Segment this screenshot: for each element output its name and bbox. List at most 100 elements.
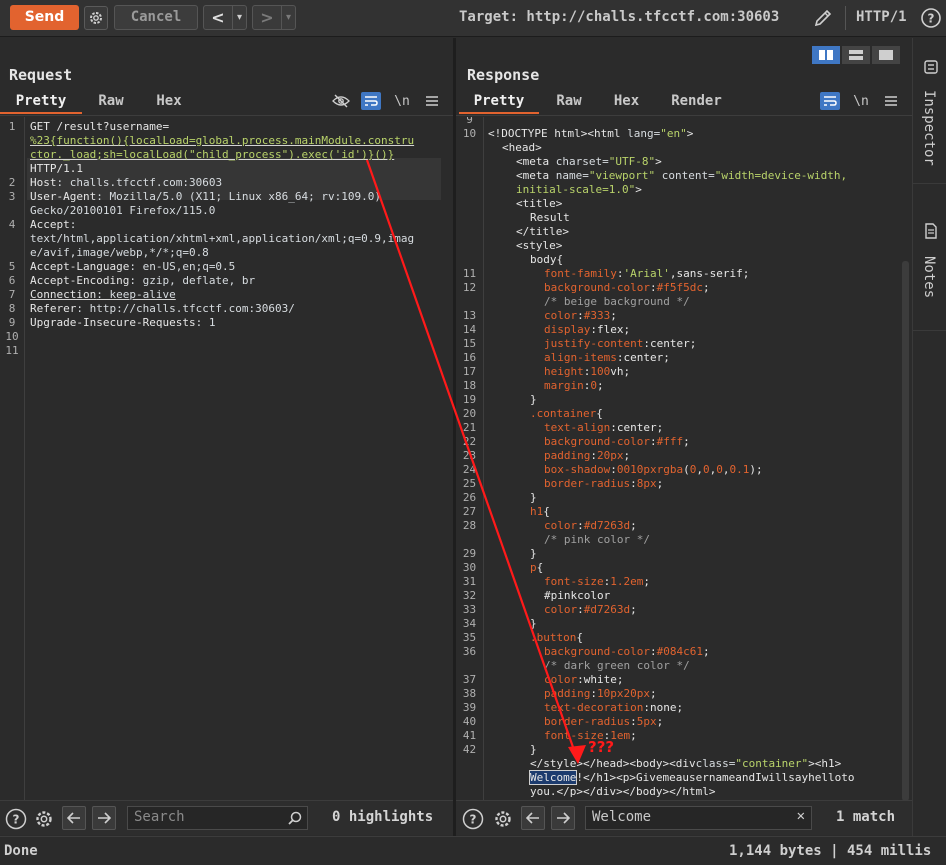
code-token: 8px	[636, 477, 657, 490]
code-token: :center;	[610, 421, 664, 434]
code-token: padding	[544, 687, 591, 700]
notes-icon[interactable]	[922, 222, 940, 240]
line-number: 7	[8, 288, 16, 301]
code-line: height:100vh;	[544, 365, 630, 379]
forward-button[interactable]: >	[253, 6, 281, 29]
inspector-icon[interactable]	[922, 58, 940, 76]
code-line: }	[530, 547, 537, 561]
forward-dropdown-icon[interactable]: ▾	[281, 6, 295, 29]
response-tab-pretty[interactable]: Pretty	[459, 90, 539, 114]
response-search-input[interactable]: Welcome ✕	[585, 806, 812, 830]
response-title: Response	[467, 66, 540, 84]
code-line: background-color:#084c61;	[544, 645, 710, 659]
layout-stacked-icon[interactable]	[842, 46, 870, 64]
response-size-timing: 1,144 bytes | 454 millis	[729, 843, 932, 859]
help-icon[interactable]: ?	[462, 808, 484, 830]
code-token: lang=	[627, 127, 661, 140]
response-tab-render[interactable]: Render	[654, 90, 739, 114]
code-line: background-color:#f5f5dc;	[544, 281, 710, 295]
code-token: ,sans-serif;	[669, 267, 750, 280]
help-icon[interactable]: ?	[5, 808, 27, 830]
code-token: color	[544, 603, 578, 616]
code-token: border-radius	[544, 715, 631, 728]
word-wrap-icon[interactable]	[820, 92, 840, 110]
edit-target-pencil-icon[interactable]	[812, 7, 834, 29]
back-dropdown-icon[interactable]: ▾	[232, 6, 246, 29]
code-line: display:flex;	[544, 323, 630, 337]
http-version-selector[interactable]: HTTP/1	[856, 9, 907, 25]
search-settings-gear-icon[interactable]	[492, 808, 514, 830]
show-newlines-toggle[interactable]: \n	[851, 92, 871, 110]
line-number: 42	[462, 743, 477, 756]
code-token: charset=	[555, 155, 609, 168]
code-token: : Mozilla/5.0 (X11; Linux x86_64; rv:109…	[96, 190, 382, 203]
code-line: box-shadow:0010pxrgba(0,0,0,0.1);	[544, 463, 763, 477]
svg-text:?: ?	[13, 813, 20, 827]
line-gutter: 1 2 3 4 5 6 7 8 9 10 11	[0, 117, 25, 800]
response-tab-raw[interactable]: Raw	[539, 90, 599, 114]
next-match-button[interactable]	[551, 806, 575, 830]
code-token: ;	[702, 281, 710, 294]
line-number: 9	[466, 117, 473, 126]
code-token: Referer	[30, 302, 77, 315]
line-number: 24	[462, 463, 477, 476]
code-token: ;	[623, 449, 631, 462]
response-tab-hex[interactable]: Hex	[599, 90, 654, 114]
line-number: 11	[462, 267, 477, 280]
back-button[interactable]: <	[204, 6, 232, 29]
code-token: border-radius	[544, 477, 631, 490]
send-settings-gear-icon[interactable]	[84, 6, 108, 30]
request-editor[interactable]: 1 2 3 4 5 6 7 8 9 10 11 GET /result?username= %23{f…	[0, 117, 453, 800]
show-newlines-toggle[interactable]: \n	[392, 92, 412, 110]
code-token: /* dark green color */	[544, 659, 690, 672]
request-pane: Request Pretty Raw Hex \n 1 2 3 4 5 6 7 8 9 10 11 …	[0, 38, 453, 800]
layout-tabs-icon[interactable]	[872, 46, 900, 64]
back-nav-group: < ▾	[203, 5, 247, 30]
line-number: 3	[8, 190, 16, 203]
layout-side-by-side-icon[interactable]	[812, 46, 840, 64]
next-match-button[interactable]	[92, 806, 116, 830]
inspector-tab[interactable]: Inspector	[921, 90, 937, 166]
code-token: {	[556, 253, 564, 266]
code-token: !</h1><p>	[576, 771, 636, 784]
code-line: text-decoration:none;	[544, 701, 683, 715]
response-menu-icon[interactable]	[881, 92, 901, 110]
code-token: Connection	[30, 288, 97, 301]
line-number: 15	[462, 337, 477, 350]
code-token: </style></head><body><div	[530, 757, 696, 770]
previous-match-button[interactable]	[521, 806, 545, 830]
word-wrap-icon[interactable]	[361, 92, 381, 110]
code-line: .button{	[530, 631, 583, 645]
code-token: background-color	[544, 645, 650, 658]
code-token: p	[530, 561, 537, 574]
response-editor[interactable]: 9 10 11 12 13 14 15 16 17 18 19 20 21 22 23 24 25 26 27 28 2…	[456, 117, 912, 800]
request-tab-pretty[interactable]: Pretty	[0, 90, 82, 114]
request-tab-hex[interactable]: Hex	[140, 90, 198, 114]
code-token: color	[544, 673, 578, 686]
code-token: >	[655, 155, 662, 168]
code-token: #f5f5dc	[656, 281, 703, 294]
request-menu-icon[interactable]	[422, 92, 442, 110]
code-token: 0	[590, 379, 597, 392]
code-token: padding	[544, 449, 591, 462]
clear-search-icon[interactable]: ✕	[797, 808, 805, 824]
code-token: : challs.tfcctf.com:30603	[56, 176, 223, 189]
request-search-input[interactable]: Search	[127, 806, 308, 830]
search-settings-gear-icon[interactable]	[33, 808, 55, 830]
code-token: h1	[530, 505, 544, 518]
request-tab-raw[interactable]: Raw	[82, 90, 140, 114]
response-scrollbar[interactable]	[902, 261, 909, 800]
hide-nonprintable-eye-icon[interactable]	[331, 92, 351, 110]
help-icon[interactable]: ?	[920, 7, 942, 29]
send-button[interactable]: Send	[10, 5, 79, 30]
previous-match-button[interactable]	[62, 806, 86, 830]
line-number: 2	[8, 176, 16, 189]
code-token: );	[749, 463, 763, 476]
code-line: align-items:center;	[544, 351, 670, 365]
line-number: 25	[462, 477, 477, 490]
divider	[913, 183, 946, 184]
code-line: #pinkcolor	[544, 589, 610, 603]
cancel-button[interactable]: Cancel	[114, 5, 198, 30]
code-line: Accept-Encoding: gzip, deflate, br	[30, 274, 255, 288]
notes-tab[interactable]: Notes	[921, 256, 937, 298]
